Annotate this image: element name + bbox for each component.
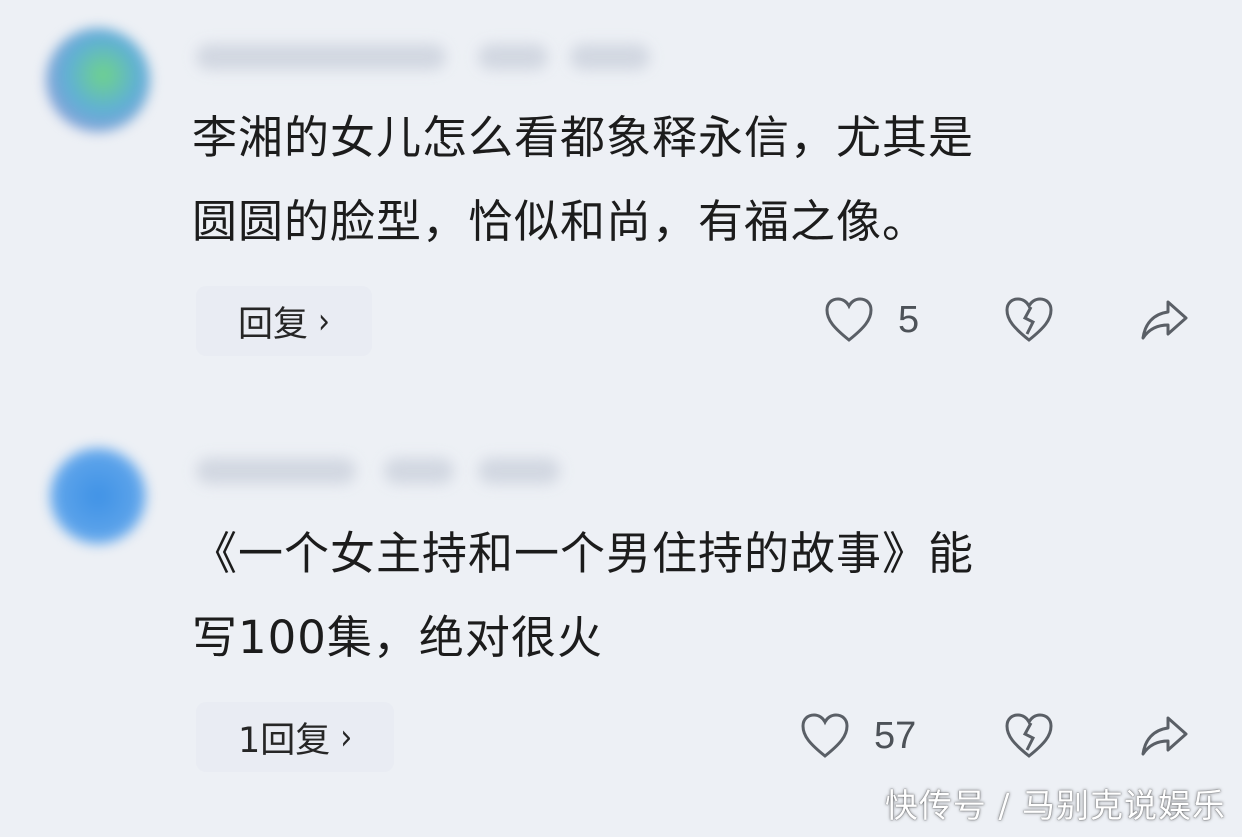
- reply-button[interactable]: 回复 ›: [196, 286, 373, 356]
- share-arrow-icon: [1140, 712, 1190, 760]
- comment-text: 李湘的女儿怎么看都象释永信，尤其是 圆圆的脸型，恰似和尚，有福之像。: [192, 111, 975, 248]
- timestamp-blurred: [478, 44, 548, 70]
- share-arrow-icon: [1140, 296, 1190, 344]
- chevron-right-icon: ›: [340, 716, 353, 758]
- dislike-button[interactable]: [1004, 712, 1054, 760]
- heart-outline-icon: [800, 712, 850, 760]
- share-button[interactable]: [1140, 296, 1190, 344]
- reply-label: 回复: [238, 304, 309, 345]
- timestamp-blurred: [384, 458, 454, 484]
- watermark: 快传号 / 马别克说娱乐: [884, 786, 1226, 825]
- username-blurred[interactable]: [196, 44, 446, 70]
- like-count: 5: [898, 298, 920, 341]
- location-blurred: [478, 458, 560, 484]
- avatar[interactable]: [50, 448, 146, 544]
- chevron-right-icon: ›: [318, 300, 331, 342]
- location-blurred: [570, 44, 650, 70]
- heart-outline-icon: [824, 296, 874, 344]
- share-button[interactable]: [1140, 712, 1190, 760]
- like-button[interactable]: 5: [824, 296, 919, 344]
- broken-heart-icon: [1004, 712, 1054, 760]
- reply-button[interactable]: 1回复 ›: [196, 702, 395, 772]
- dislike-button[interactable]: [1004, 296, 1054, 344]
- username-blurred[interactable]: [196, 458, 356, 484]
- reply-label: 1回复: [238, 720, 331, 761]
- like-count: 57: [874, 714, 917, 757]
- broken-heart-icon: [1004, 296, 1054, 344]
- like-button[interactable]: 57: [800, 712, 916, 760]
- comment-text: 《一个女主持和一个男住持的故事》能 写100集，绝对很火: [192, 527, 975, 664]
- avatar[interactable]: [46, 28, 150, 132]
